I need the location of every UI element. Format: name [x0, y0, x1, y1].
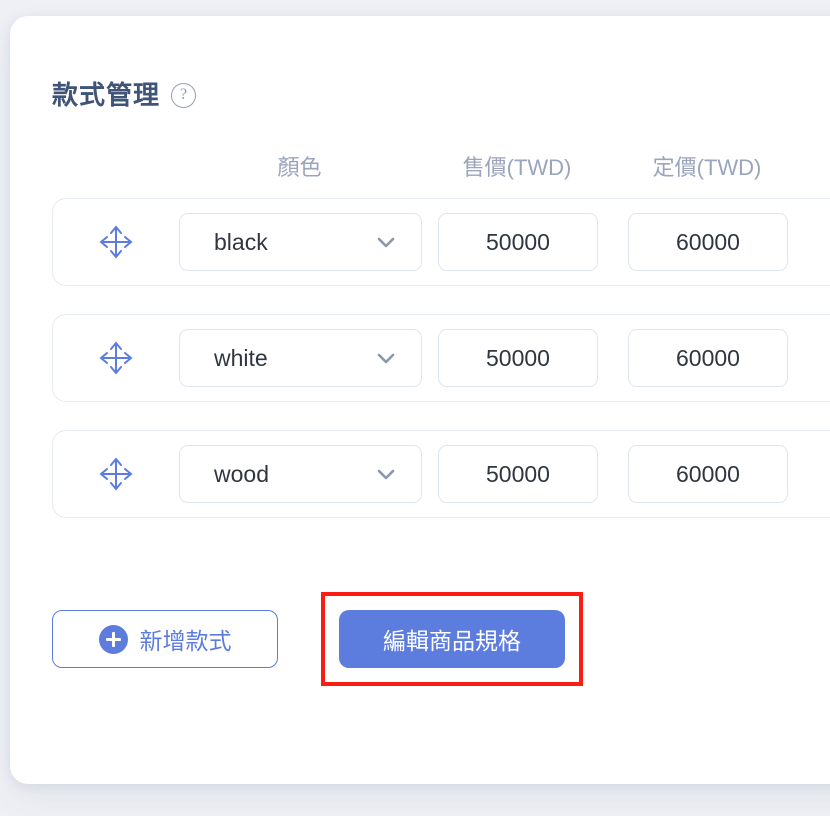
color-select-cell: white: [178, 329, 423, 387]
color-select-value: wood: [214, 460, 269, 487]
card-footer: 新增款式 編輯商品規格: [10, 592, 830, 686]
add-variant-button[interactable]: 新增款式: [52, 610, 278, 668]
color-select-value: black: [214, 228, 268, 255]
price-cell: [423, 445, 613, 503]
list-price-input[interactable]: [628, 213, 788, 271]
plus-circle-icon: [98, 624, 128, 654]
color-select-cell: wood: [178, 445, 423, 503]
price-input[interactable]: [438, 445, 598, 503]
list-price-input[interactable]: [628, 445, 788, 503]
style-management-card: 款式管理 ? 顏色 售價(TWD) 定價(TWD) black 50000 60…: [10, 16, 830, 784]
column-header-price: 售價(TWD): [462, 155, 572, 180]
list-price-input[interactable]: [628, 329, 788, 387]
chevron-down-icon: [377, 353, 395, 364]
drag-handle[interactable]: [53, 223, 178, 261]
price-cell: [423, 213, 613, 271]
page-title: 款式管理: [52, 80, 161, 110]
drag-handle[interactable]: [53, 455, 178, 493]
table-row: black: [52, 198, 830, 286]
chevron-down-icon: [377, 237, 395, 248]
color-select[interactable]: white: [179, 329, 422, 387]
table-column-headers: 顏色 售價(TWD) 定價(TWD): [10, 150, 830, 182]
table-row: white: [52, 314, 830, 402]
column-header-color: 顏色: [277, 155, 322, 180]
card-header: 款式管理 ?: [10, 16, 830, 108]
color-select[interactable]: wood: [179, 445, 422, 503]
edit-spec-highlight: 編輯商品規格: [321, 592, 583, 686]
color-select-cell: black: [178, 213, 423, 271]
price-cell: [423, 329, 613, 387]
column-header-list-price: 定價(TWD): [652, 155, 762, 180]
price-input[interactable]: [438, 329, 598, 387]
question-mark-circle-icon[interactable]: ?: [171, 82, 197, 108]
list-price-cell: [613, 213, 803, 271]
price-input[interactable]: [438, 213, 598, 271]
chevron-down-icon: [377, 469, 395, 480]
list-price-cell: [613, 445, 803, 503]
list-price-cell: [613, 329, 803, 387]
variant-rows: black 50000 60000 white 50000 60000 wood…: [10, 198, 830, 518]
color-select-value: white: [214, 344, 268, 371]
color-select[interactable]: black: [179, 213, 422, 271]
add-variant-label: 新增款式: [139, 628, 232, 654]
table-row: wood: [52, 430, 830, 518]
drag-handle[interactable]: [53, 339, 178, 377]
edit-product-spec-button[interactable]: 編輯商品規格: [339, 610, 565, 668]
